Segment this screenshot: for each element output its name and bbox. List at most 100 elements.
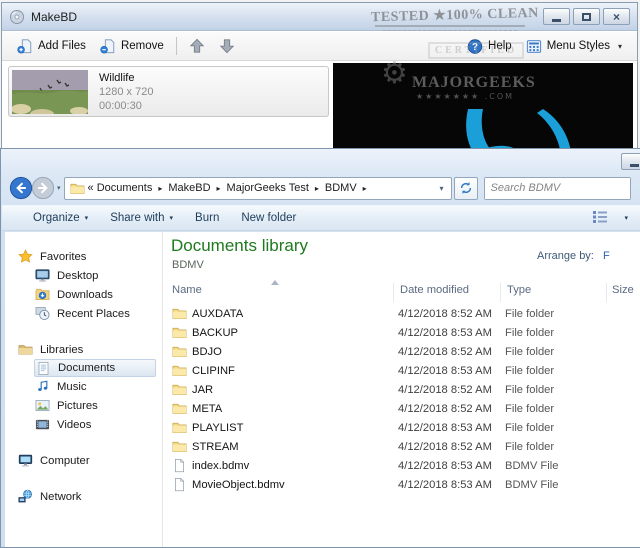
add-file-icon	[17, 38, 33, 54]
close-button[interactable]: ×	[603, 8, 630, 25]
table-row[interactable]: BACKUP 4/12/2018 8:53 AM File folder	[163, 323, 640, 342]
sidebar-item-downloads[interactable]: Downloads	[34, 285, 156, 304]
breadcrumb-segment[interactable]: « Documents	[86, 182, 155, 194]
table-row[interactable]: JAR 4/12/2018 8:52 AM File folder	[163, 380, 640, 399]
file-name: META	[192, 402, 223, 415]
table-row[interactable]: AUXDATA 4/12/2018 8:52 AM File folder	[163, 304, 640, 323]
move-down-button[interactable]	[212, 34, 242, 58]
table-row[interactable]: index.bdmv 4/12/2018 8:53 AM BDMV File	[163, 456, 640, 475]
sidebar-item-label: Favorites	[40, 250, 87, 263]
file-type: File folder	[505, 383, 555, 396]
sidebar-item-label: Libraries	[40, 343, 84, 356]
breadcrumb-segment[interactable]: MajorGeeks Test	[225, 182, 311, 194]
file-date-modified: 4/12/2018 8:52 AM	[398, 345, 492, 358]
breadcrumb-folder-icon	[70, 180, 86, 196]
window-title: MakeBD	[31, 9, 78, 24]
column-divider[interactable]	[393, 283, 394, 302]
column-header-type[interactable]: Type	[507, 284, 531, 296]
sidebar-item-label: Documents	[58, 362, 116, 374]
remove-button[interactable]: Remove	[93, 34, 171, 58]
menu-styles-button[interactable]: Menu Styles ▾	[519, 34, 629, 58]
sidebar-item-network[interactable]: Network	[17, 487, 156, 506]
breadcrumb-segment[interactable]: MakeBD	[166, 182, 212, 194]
add-files-button[interactable]: Add Files	[10, 34, 93, 58]
file-date-modified: 4/12/2018 8:53 AM	[398, 364, 492, 377]
breadcrumb-separator-icon[interactable]: ▸	[311, 184, 323, 193]
breadcrumb-separator-icon[interactable]: ▸	[213, 184, 225, 193]
folder-icon	[171, 306, 187, 322]
sidebar-item-label: Computer	[40, 454, 90, 467]
desktop-icon	[34, 268, 50, 284]
search-input[interactable]	[484, 177, 630, 199]
table-row[interactable]: MovieObject.bdmv 4/12/2018 8:53 AM BDMV Fi…	[163, 475, 640, 494]
makebd-app-icon[interactable]	[9, 9, 25, 25]
sidebar-item-videos[interactable]: Videos	[34, 415, 156, 434]
help-button[interactable]: ? Help	[460, 34, 519, 58]
column-header-size[interactable]: Size	[612, 284, 634, 296]
up-arrow-icon	[189, 38, 205, 54]
file-name: index.bdmv	[192, 459, 250, 472]
documents-icon	[35, 360, 51, 376]
pictures-icon	[34, 398, 50, 414]
minimize-icon	[552, 18, 561, 22]
folder-icon	[171, 420, 187, 436]
sidebar-item-label: Pictures	[57, 399, 98, 412]
organize-button[interactable]: Organize ▾	[22, 206, 99, 230]
burn-button[interactable]: Burn	[184, 206, 230, 230]
clip-thumbnail	[11, 70, 88, 119]
maximize-button[interactable]	[573, 8, 600, 25]
sidebar-item-pictures[interactable]: Pictures	[34, 396, 156, 415]
back-button[interactable]	[9, 176, 33, 200]
sidebar-item-label: Network	[40, 490, 82, 503]
column-header-name[interactable]: Name	[172, 284, 202, 296]
clip-name: Wildlife	[99, 72, 135, 84]
refresh-button[interactable]	[453, 176, 478, 200]
file-date-modified: 4/12/2018 8:52 AM	[398, 383, 492, 396]
recent-pages-chevron-icon[interactable]: ▾	[57, 184, 61, 192]
minimize-button[interactable]	[543, 8, 570, 25]
breadcrumb-segment[interactable]: BDMV	[323, 182, 359, 194]
folder-icon	[171, 439, 187, 455]
forward-button[interactable]	[31, 176, 55, 200]
table-row[interactable]: META 4/12/2018 8:52 AM File folder	[163, 399, 640, 418]
column-header-date-modified[interactable]: Date modified	[400, 284, 469, 296]
sidebar-item-documents[interactable]: Documents	[34, 359, 156, 377]
column-divider[interactable]	[500, 283, 501, 302]
share-with-button[interactable]: Share with ▾	[99, 206, 184, 230]
file-name: BDJO	[192, 345, 222, 358]
sidebar-item-recent-places[interactable]: Recent Places	[34, 304, 156, 323]
explorer-content: Favorites Desktop Downloads Recent Places Li…	[5, 232, 640, 547]
file-type: BDMV File	[505, 478, 559, 491]
file-type: File folder	[505, 307, 555, 320]
table-row[interactable]: BDJO 4/12/2018 8:52 AM File folder	[163, 342, 640, 361]
arrange-by-control[interactable]: Arrange by: F	[537, 250, 610, 262]
remove-file-icon	[100, 38, 116, 54]
sidebar-item-desktop[interactable]: Desktop	[34, 266, 156, 285]
sidebar-item-music[interactable]: Music	[34, 377, 156, 396]
views-chevron-icon[interactable]: ▾	[624, 214, 628, 222]
sidebar-item-computer[interactable]: Computer	[17, 451, 156, 470]
file-date-modified: 4/12/2018 8:52 AM	[398, 307, 492, 320]
makebd-titlebar[interactable]: MakeBD ×	[2, 3, 637, 31]
table-row[interactable]: CLIPINF 4/12/2018 8:53 AM File folder	[163, 361, 640, 380]
breadcrumb-separator-icon[interactable]: ▸	[154, 184, 166, 193]
sidebar-item-libraries[interactable]: Libraries	[17, 340, 156, 359]
help-icon: ?	[467, 38, 483, 54]
address-dropdown-icon[interactable]: ▾	[438, 184, 446, 193]
file-type: File folder	[505, 326, 555, 339]
sidebar-item-favorites[interactable]: Favorites	[17, 247, 156, 266]
table-row[interactable]: PLAYLIST 4/12/2018 8:53 AM File folder	[163, 418, 640, 437]
change-view-button[interactable]	[592, 210, 608, 227]
breadcrumb-separator-icon[interactable]: ▸	[359, 184, 371, 193]
address-field[interactable]: « Documents ▸ MakeBD ▸ MajorGeeks Test ▸ BDMV ▸…	[63, 176, 452, 200]
clip-list-item[interactable]: Wildlife 1280 x 720 00:00:30	[8, 66, 329, 119]
file-date-modified: 4/12/2018 8:52 AM	[398, 440, 492, 453]
move-up-button[interactable]	[182, 34, 212, 58]
table-row[interactable]: STREAM 4/12/2018 8:52 AM File folder	[163, 437, 640, 456]
library-title: Documents library	[171, 236, 308, 255]
explorer-toolbar: Organize ▾ Share with ▾ Burn New folder …	[2, 205, 640, 231]
column-divider[interactable]	[606, 283, 607, 302]
file-list: AUXDATA 4/12/2018 8:52 AM File folder BACKU…	[163, 304, 640, 494]
new-folder-button[interactable]: New folder	[230, 206, 307, 230]
explorer-minimize-button[interactable]	[621, 153, 640, 170]
